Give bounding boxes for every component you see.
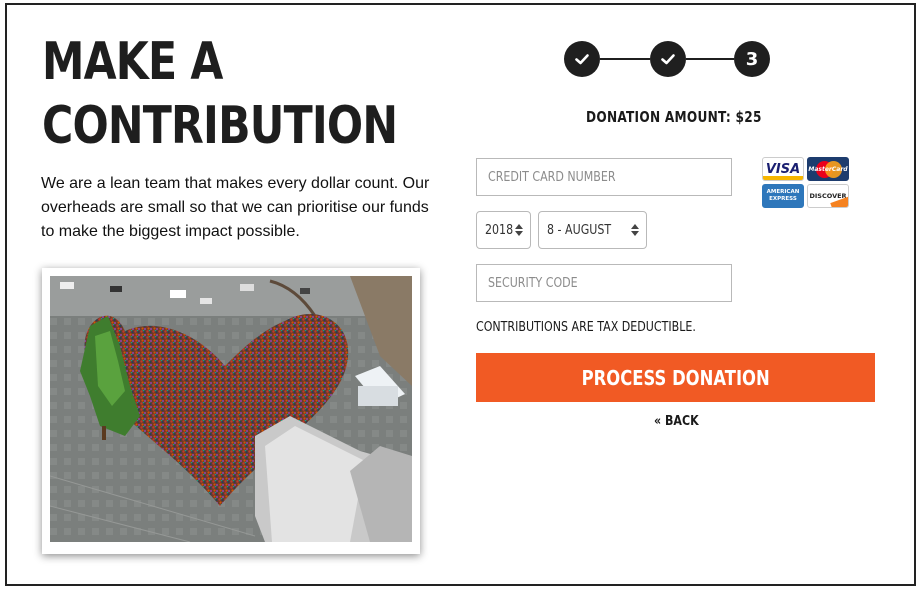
- back-link[interactable]: « BACK: [654, 414, 699, 429]
- step-3-number: 3: [745, 48, 759, 70]
- select-arrows-icon: [515, 224, 523, 236]
- mastercard-card-icon: MasterCard: [807, 157, 849, 181]
- security-code-input[interactable]: [488, 265, 695, 301]
- step-2-complete: [650, 41, 686, 77]
- expiry-month-select[interactable]: 8 - AUGUST: [538, 211, 647, 249]
- amex-card-icon: AMERICAN EXPRESS: [762, 184, 804, 208]
- intro-text: We are a lean team that makes every doll…: [41, 175, 430, 240]
- credit-card-field[interactable]: [476, 158, 732, 196]
- crowd-photo-frame: [42, 268, 420, 554]
- security-code-field[interactable]: [476, 264, 732, 302]
- crowd-heart-photo: [50, 276, 412, 542]
- step-connector-1: [600, 58, 650, 60]
- title-line-1: MAKE A: [42, 32, 223, 92]
- mastercard-logo-text: MasterCard: [808, 165, 848, 173]
- credit-card-input[interactable]: [488, 159, 695, 195]
- step-1-complete: [564, 41, 600, 77]
- process-donation-button[interactable]: PROCESS DONATION: [476, 353, 875, 402]
- select-arrows-icon: [631, 224, 639, 236]
- expiry-year-value: 2018: [485, 222, 514, 238]
- expiry-month-value: 8 - AUGUST: [547, 222, 612, 238]
- visa-card-icon: VISA: [762, 157, 804, 181]
- amex-logo-text: AMERICAN EXPRESS: [766, 189, 800, 202]
- expiry-year-select[interactable]: 2018: [476, 211, 531, 249]
- page-title: MAKE A CONTRIBUTION: [42, 30, 398, 158]
- donation-amount: DONATION AMOUNT: $25: [586, 108, 762, 126]
- title-line-2: CONTRIBUTION: [42, 96, 398, 156]
- visa-logo-text: VISA: [765, 161, 801, 177]
- check-icon: [661, 54, 675, 65]
- step-3-current: 3: [734, 41, 770, 77]
- process-donation-label: PROCESS DONATION: [581, 365, 770, 390]
- progress-steps: 3: [558, 41, 770, 79]
- accepted-cards: VISA MasterCard AMERICAN EXPRESS DISCOVE…: [762, 157, 850, 209]
- discover-card-icon: DISCOVER: [807, 184, 849, 208]
- check-icon: [575, 54, 589, 65]
- tax-deductible-note: CONTRIBUTIONS ARE TAX DEDUCTIBLE.: [476, 320, 696, 335]
- discover-logo-text: DISCOVER: [809, 192, 847, 200]
- step-connector-2: [686, 58, 734, 60]
